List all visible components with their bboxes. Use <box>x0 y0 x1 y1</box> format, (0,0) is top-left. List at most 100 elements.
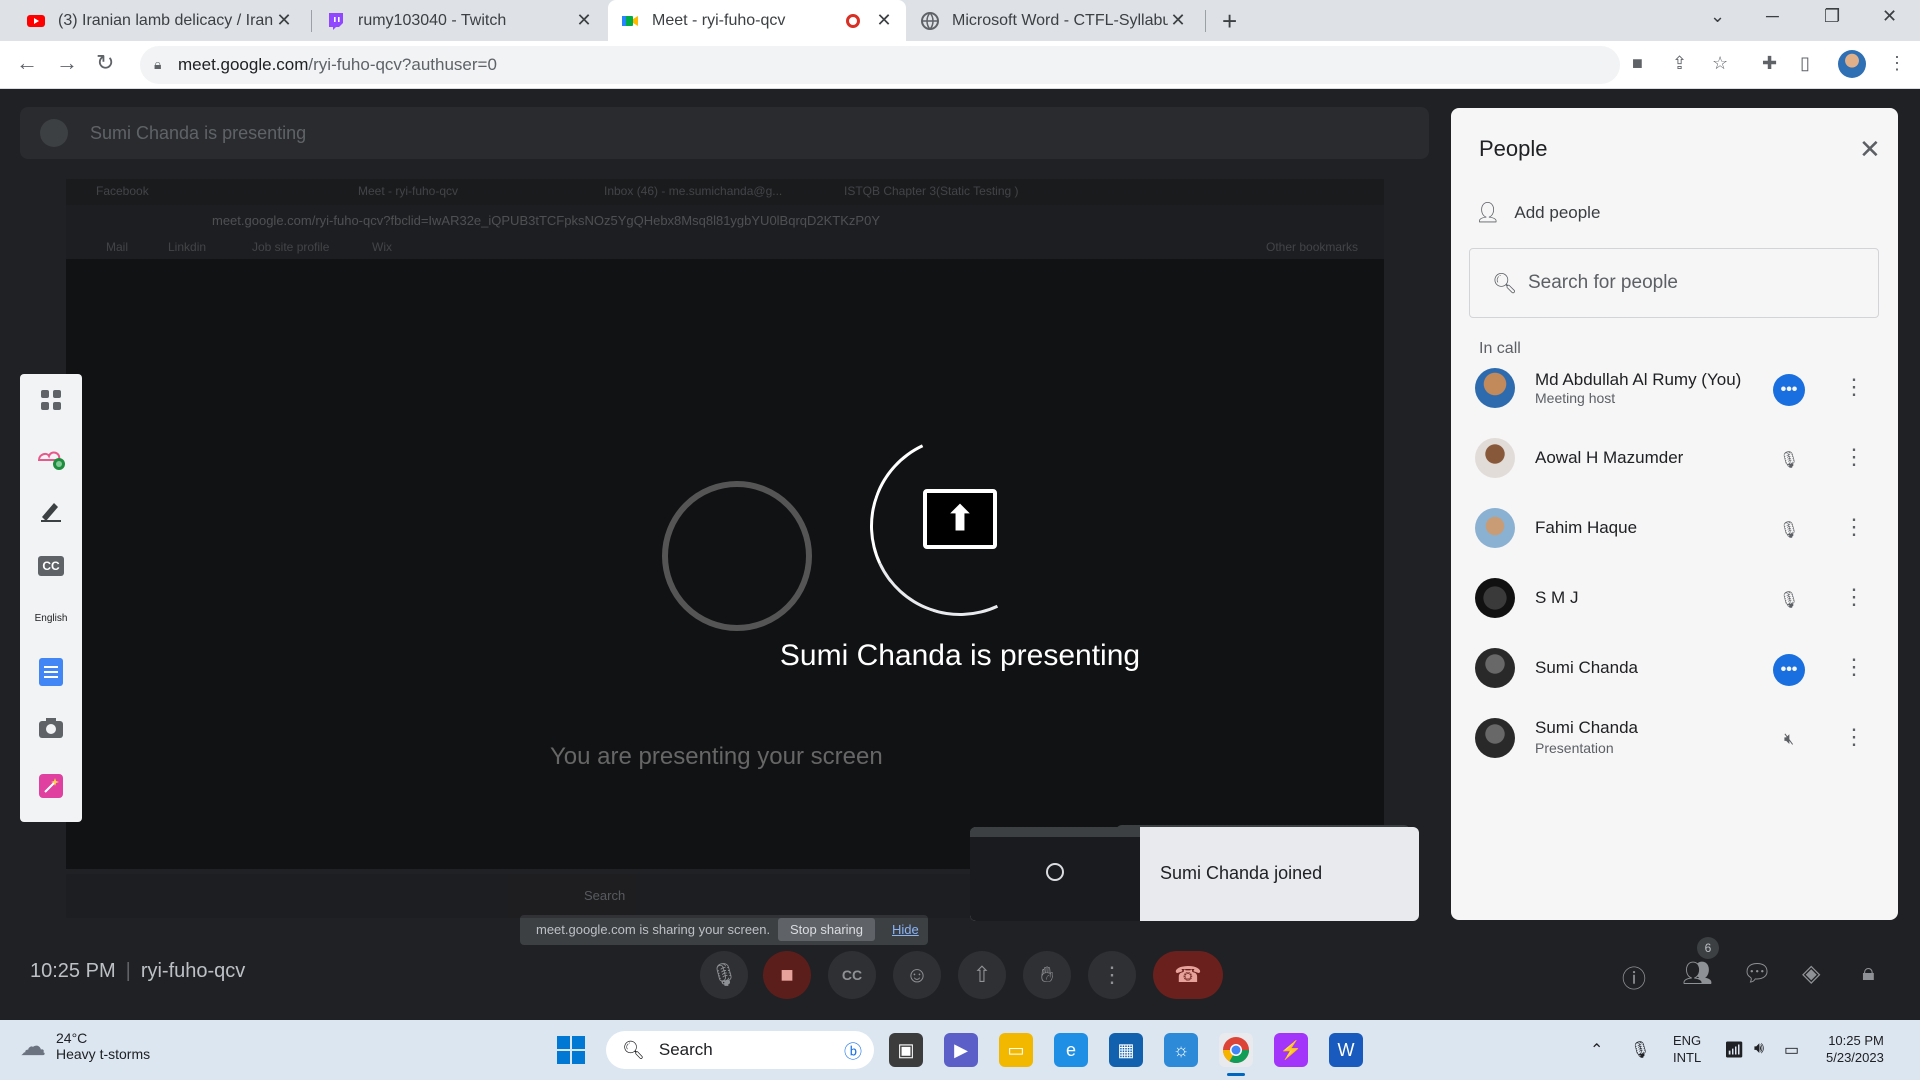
camera-in-use-icon[interactable]: ■ <box>1632 53 1643 74</box>
more-options-icon[interactable]: ⋮ <box>1843 584 1865 610</box>
extensions-icon[interactable]: ✚ <box>1762 53 1777 74</box>
people-icon[interactable]: 👥︎ <box>1682 959 1712 988</box>
store-icon[interactable]: ▦ <box>1109 1033 1143 1067</box>
sharing-notice: meet.google.com is sharing your screen. … <box>520 915 928 945</box>
side-panel-icon[interactable]: ▯ <box>1800 53 1810 74</box>
twitch-icon <box>329 12 343 30</box>
participant-row[interactable]: Sumi Chanda ••• ⋮ <box>1451 638 1898 698</box>
close-tab-icon[interactable]: ✕ <box>574 10 594 31</box>
participant-row[interactable]: Fahim Haque 🎙︎ ⋮ <box>1451 498 1898 558</box>
minimize-icon[interactable]: ─ <box>1766 6 1779 27</box>
taskbar-clock[interactable]: 10:25 PM 5/23/2023 <box>1826 1032 1884 1066</box>
activities-icon[interactable]: ◈ <box>1802 959 1820 988</box>
teams-chat-icon[interactable]: ▶ <box>944 1033 978 1067</box>
people-search-input[interactable] <box>1528 267 1858 299</box>
meeting-code: ryi-fuho-qcv <box>140 960 246 982</box>
profile-avatar[interactable] <box>1838 50 1866 78</box>
chat-icon[interactable]: 💬︎ <box>1742 959 1772 988</box>
host-controls-icon[interactable]: 🔒︎ <box>1862 959 1875 987</box>
weather-app-taskbar-icon[interactable]: ☼ <box>1164 1033 1198 1067</box>
language-label[interactable]: English <box>35 602 68 634</box>
close-tab-icon[interactable]: ✕ <box>274 10 294 31</box>
weather-app-icon[interactable] <box>35 440 67 472</box>
wifi-icon[interactable]: 📶︎ <box>1724 1040 1744 1060</box>
participant-row[interactable]: Sumi Chanda Presentation 🔇︎ ⋮ <box>1451 708 1898 768</box>
weather-temp: 24°C <box>56 1030 88 1046</box>
add-people-button[interactable]: 👤︎ Add people <box>1475 200 1600 225</box>
shared-url: meet.google.com/ryi-fuho-qcv?fbclid=IwAR… <box>66 205 1384 235</box>
show-hidden-icons[interactable]: ⌃ <box>1590 1040 1603 1060</box>
address-bar[interactable]: 🔒︎ meet.google.com/ryi-fuho-qcv?authuser… <box>140 46 1620 84</box>
task-view-icon[interactable]: ▣ <box>889 1033 923 1067</box>
volume-icon[interactable]: 🔊︎ <box>1754 1040 1764 1058</box>
chrome-icon[interactable] <box>1219 1033 1253 1076</box>
more-options-button[interactable]: ⋮ <box>1088 951 1136 999</box>
speaking-indicator-icon: ••• <box>1773 374 1805 406</box>
captions-icon[interactable]: CC <box>38 556 64 576</box>
camera-icon[interactable] <box>35 712 67 744</box>
leave-call-button[interactable]: ☎︎ <box>1153 951 1223 999</box>
share-icon[interactable]: ⇪ <box>1672 53 1687 74</box>
participant-row[interactable]: S M J 🎙︎ ⋮ <box>1451 568 1898 628</box>
tab-meet[interactable]: Meet - ryi-fuho-qcv ✕ <box>608 0 906 41</box>
restore-icon[interactable]: ❐ <box>1824 6 1840 27</box>
back-icon[interactable]: ← <box>16 50 38 76</box>
edge-icon[interactable]: e <box>1054 1033 1088 1067</box>
weather-widget[interactable]: ☁ 24°C Heavy t-storms <box>20 1030 150 1062</box>
start-button[interactable] <box>557 1036 585 1064</box>
clock-date: 5/23/2023 <box>1826 1050 1884 1065</box>
bookmark-star-icon[interactable]: ☆ <box>1712 53 1728 74</box>
participant-name: Sumi Chanda <box>1535 718 1639 737</box>
reload-icon[interactable]: ↻ <box>96 50 114 76</box>
present-button[interactable]: ⇧ <box>958 951 1006 999</box>
forward-icon[interactable]: → <box>56 50 78 76</box>
microphone-tray-icon[interactable]: 🎙︎ <box>1630 1040 1650 1060</box>
emoji-icon: ☺ <box>905 962 929 987</box>
new-tab-button[interactable]: + <box>1222 6 1237 37</box>
url-path: /ryi-fuho-qcv?authuser=0 <box>308 55 497 74</box>
close-window-icon[interactable]: ✕ <box>1882 6 1897 27</box>
meeting-details-icon[interactable]: ⓘ <box>1622 959 1646 994</box>
end-call-icon: ☎︎ <box>1174 962 1202 987</box>
more-options-icon[interactable]: ⋮ <box>1843 514 1865 540</box>
url-host: meet.google.com <box>178 55 309 74</box>
pen-icon[interactable] <box>35 494 67 526</box>
more-options-icon[interactable]: ⋮ <box>1843 444 1865 470</box>
more-options-icon[interactable]: ⋮ <box>1843 654 1865 680</box>
people-panel: People ✕ 👤︎ Add people 🔍︎ In call Md Abd… <box>1451 108 1898 920</box>
word-icon[interactable]: W <box>1329 1033 1363 1067</box>
camera-off-button[interactable]: ■ <box>763 951 811 999</box>
shared-tab: Facebook <box>96 184 149 198</box>
tab-title: Microsoft Word - CTFL-Syllabus-2... <box>952 11 1168 29</box>
search-icon: 🔍︎ <box>622 1039 645 1060</box>
tab-twitch[interactable]: rumy103040 - Twitch ✕ <box>314 0 606 41</box>
magic-icon[interactable] <box>35 770 67 802</box>
people-search-field[interactable]: 🔍︎ <box>1469 248 1879 318</box>
taskbar-search[interactable]: 🔍︎ Search ⓑ <box>606 1031 874 1069</box>
tab-youtube[interactable]: (3) Iranian lamb delicacy / Iranian... ✕ <box>14 0 306 41</box>
messenger-icon[interactable]: ⚡ <box>1274 1033 1308 1067</box>
microphone-button[interactable]: 🎙︎ <box>700 951 748 999</box>
captions-button[interactable]: CC <box>828 951 876 999</box>
battery-icon[interactable]: ▭ <box>1784 1040 1799 1060</box>
reactions-button[interactable]: ☺ <box>893 951 941 999</box>
tab-word[interactable]: Microsoft Word - CTFL-Syllabus-2... ✕ <box>908 0 1200 41</box>
more-options-icon[interactable]: ⋮ <box>1843 374 1865 400</box>
input-language[interactable]: ENG INTL <box>1673 1032 1701 1066</box>
close-tab-icon[interactable]: ✕ <box>874 10 894 31</box>
close-icon[interactable]: ✕ <box>1859 134 1881 165</box>
browser-toolbar: ← → ↻ 🔒︎ meet.google.com/ryi-fuho-qcv?au… <box>0 41 1920 89</box>
close-tab-icon[interactable]: ✕ <box>1168 10 1188 31</box>
youtube-icon <box>27 14 45 27</box>
apps-grid-icon[interactable] <box>35 384 67 416</box>
docs-icon[interactable] <box>35 656 67 688</box>
file-explorer-icon[interactable]: ▭ <box>999 1033 1033 1067</box>
participant-row[interactable]: Aowal H Mazumder 🎙︎ ⋮ <box>1451 428 1898 488</box>
speaking-indicator-icon: ••• <box>1773 654 1805 686</box>
raise-hand-button[interactable]: ✋︎ <box>1023 951 1071 999</box>
tab-search-icon[interactable]: ⌄ <box>1710 6 1725 27</box>
participant-row[interactable]: Md Abdullah Al Rumy (You) Meeting host •… <box>1451 358 1898 418</box>
shared-tab: ISTQB Chapter 3(Static Testing ) <box>844 184 1019 198</box>
menu-kebab-icon[interactable]: ⋮ <box>1888 53 1906 74</box>
more-options-icon[interactable]: ⋮ <box>1843 724 1865 750</box>
